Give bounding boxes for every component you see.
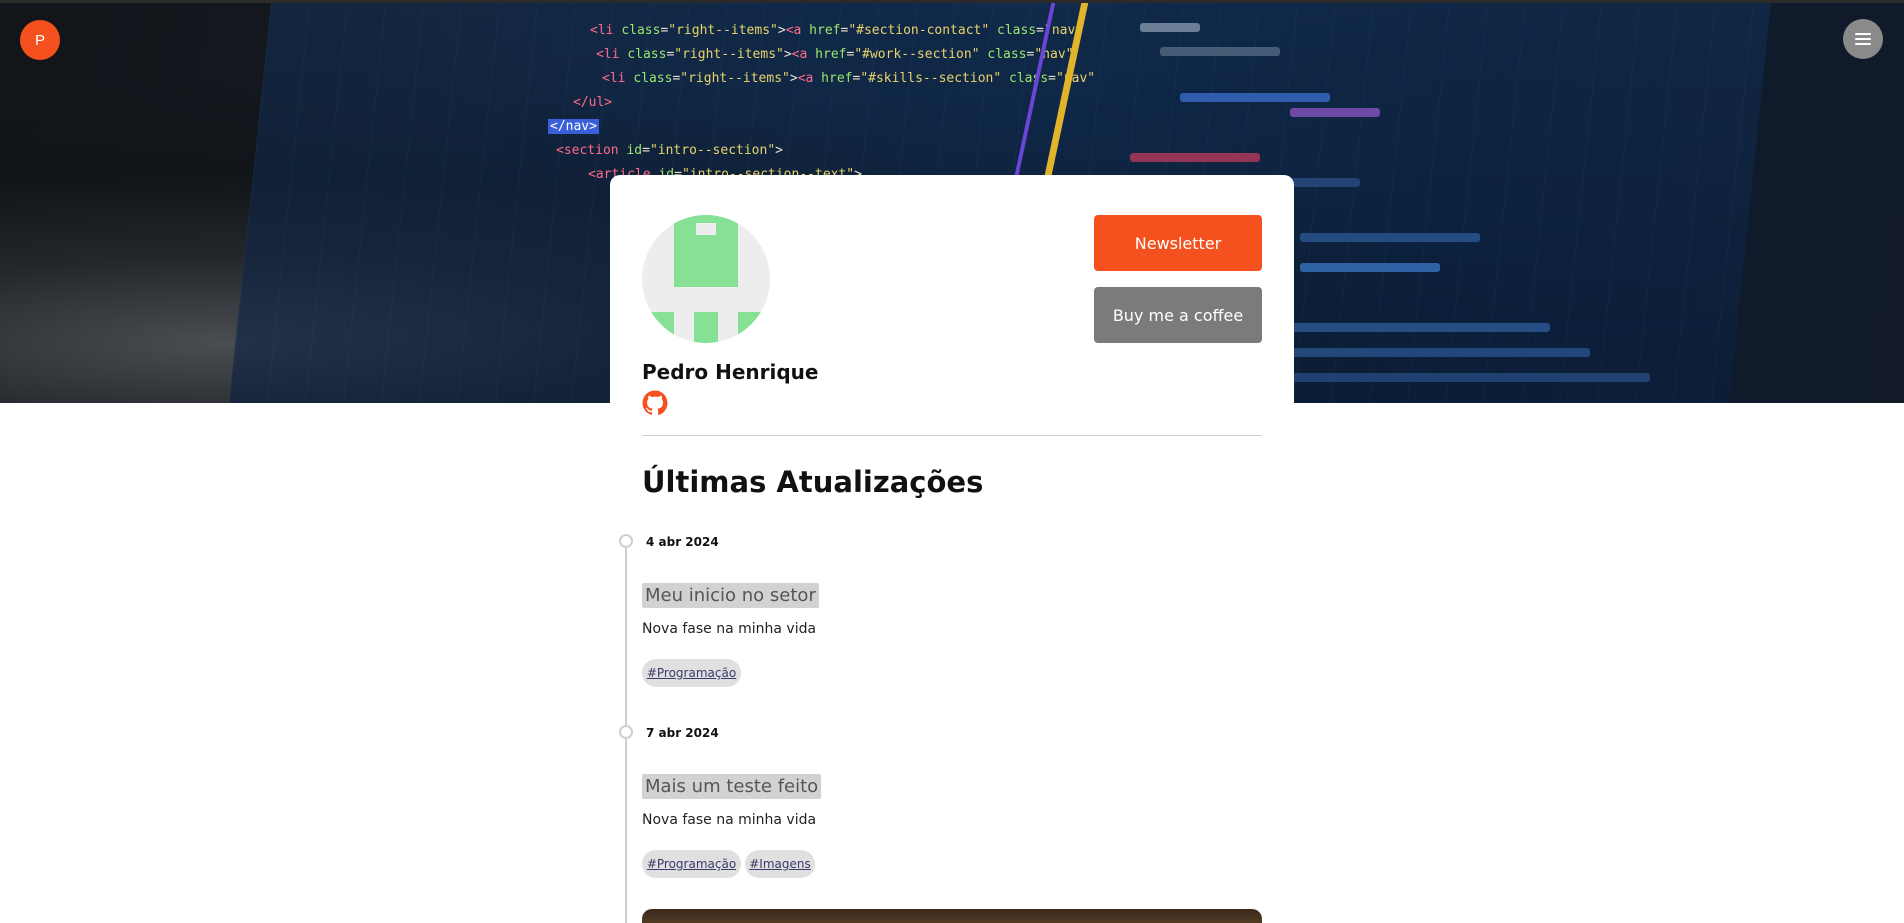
blurred-code: [1140, 23, 1200, 32]
window-top-border: [0, 0, 1904, 3]
code-line: <li class="right--items"><a href="#skill…: [602, 71, 1096, 86]
avatar: [642, 215, 770, 343]
blurred-code: [1300, 263, 1440, 272]
hamburger-menu-icon[interactable]: [1843, 19, 1883, 59]
buy-me-a-coffee-button[interactable]: Buy me a coffee: [1094, 287, 1262, 343]
divider: [642, 435, 1262, 436]
tag-link[interactable]: #Programação: [647, 666, 736, 680]
timeline-dot: [619, 534, 633, 548]
code-line: </nav>: [548, 119, 599, 134]
code-line: </ul>: [573, 95, 613, 110]
tag-chip[interactable]: #Programação: [642, 659, 741, 687]
tag-chip[interactable]: #Imagens: [745, 850, 815, 878]
post-date: 7 abr 2024: [646, 726, 719, 740]
post-title-link[interactable]: Mais um teste feito: [642, 774, 822, 799]
section-title: Últimas Atualizações: [642, 465, 984, 499]
blurred-code: [1160, 47, 1280, 56]
blurred-code: [1180, 93, 1330, 102]
post-title-link[interactable]: Meu inicio no setor: [642, 583, 819, 608]
post-description: Nova fase na minha vida: [642, 621, 817, 637]
blurred-code: [1290, 373, 1650, 382]
post-description: Nova fase na minha vida: [642, 812, 817, 828]
blurred-code: [1290, 323, 1550, 332]
profile-card: Newsletter Buy me a coffee Pedro Henriqu…: [610, 175, 1294, 923]
tag-link[interactable]: #Imagens: [749, 857, 811, 871]
timeline-dot: [619, 725, 633, 739]
tag-link[interactable]: #Programação: [647, 857, 736, 871]
blurred-code: [1290, 108, 1380, 117]
code-line: <li class="right--items"><a href="#work-…: [596, 47, 1074, 62]
post-date: 4 abr 2024: [646, 535, 719, 549]
profile-name: Pedro Henrique: [642, 360, 819, 384]
blurred-code: [1300, 233, 1480, 242]
site-logo[interactable]: P: [20, 20, 60, 60]
code-line: <li class="right--items"><a href="#secti…: [590, 23, 1084, 38]
blurred-code: [1290, 348, 1590, 357]
post-image[interactable]: [642, 909, 1262, 923]
blurred-code: [1130, 153, 1260, 162]
page: <li class="right--items"><a href="#secti…: [0, 0, 1904, 923]
newsletter-button[interactable]: Newsletter: [1094, 215, 1262, 271]
code-line: <section id="intro--section">: [556, 143, 783, 158]
github-icon[interactable]: [642, 390, 668, 416]
tag-chip[interactable]: #Programação: [642, 850, 741, 878]
